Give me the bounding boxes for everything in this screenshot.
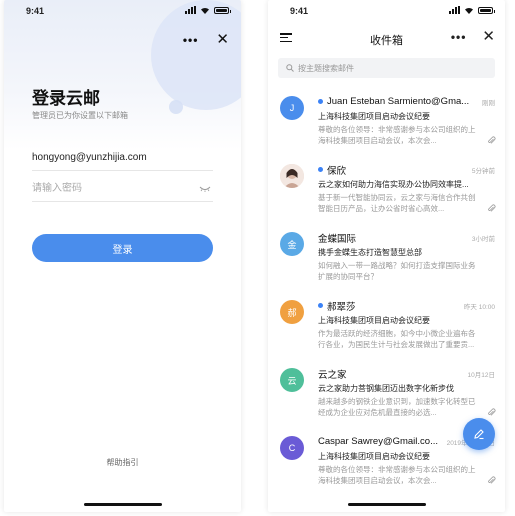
signal-icon	[185, 6, 196, 14]
compose-button[interactable]	[463, 418, 495, 450]
mail-time: 刚刚	[482, 99, 495, 107]
wifi-icon	[465, 7, 473, 14]
avatar-photo	[280, 164, 304, 188]
mail-subject: 上海科技集团项目启动会议纪要	[318, 452, 430, 461]
search-icon	[286, 64, 294, 72]
page-subtitle: 管理员已为你设置以下邮箱	[32, 111, 128, 120]
person-photo-icon	[280, 164, 304, 188]
mail-sender: 云之家	[318, 369, 347, 381]
mail-preview: 尊敬的各位领导：非常感谢参与本公司组织的上海科技集团项目启动会议，本次会...	[318, 125, 476, 145]
attachment-icon	[488, 136, 496, 144]
password-field-wrapper	[32, 176, 213, 202]
signal-icon	[449, 6, 460, 14]
unread-dot	[318, 99, 323, 104]
mail-time: 5分钟前	[471, 167, 495, 175]
status-bar: 9:41	[268, 0, 505, 22]
unread-dot	[318, 167, 323, 172]
inbox-screen: 9:41 收件箱 ••• ✕ J Juan Esteban Sarmiento@…	[268, 0, 505, 512]
mail-item[interactable]: J Juan Esteban Sarmiento@Gma... 刚刚 上海科技集…	[268, 86, 505, 154]
home-indicator[interactable]	[83, 503, 162, 506]
more-icon[interactable]: •••	[183, 33, 199, 47]
status-time: 9:41	[26, 6, 45, 16]
mail-sender: 郝翠莎	[327, 301, 356, 313]
mail-subject: 云之家助力菩钢集团迈出数字化新步伐	[318, 384, 454, 393]
mail-preview: 越来越多的钢铁企业意识到，加速数字化转型已经成为企业应对危机最直接的必选...	[318, 397, 476, 417]
home-indicator[interactable]	[347, 503, 426, 506]
avatar: 云	[280, 368, 304, 392]
status-time: 9:41	[290, 6, 309, 16]
mail-preview: 如何融入一带一路战略？如何打造支撑国际业务扩展的协同平台？	[318, 261, 476, 281]
attachment-icon	[488, 204, 496, 212]
close-icon[interactable]: ✕	[482, 29, 495, 44]
mail-subject: 上海科技集团项目启动会议纪要	[318, 316, 430, 325]
mail-preview: 作为最活跃的经济细胞，如今中小微企业遍布各行各业，为国民生计与社会发展做出了重要…	[318, 329, 476, 349]
avatar: 金	[280, 232, 304, 256]
email-field[interactable]	[32, 145, 213, 170]
attachment-icon	[488, 408, 496, 416]
login-button[interactable]: 登录	[32, 234, 213, 262]
mail-subject: 携手金蝶生态打造智慧型总部	[318, 248, 422, 257]
mail-preview: 尊敬的各位领导：非常感谢参与本公司组织的上海科技集团项目启动会议，本次会...	[318, 465, 476, 485]
search-input[interactable]	[298, 63, 487, 73]
wifi-icon	[201, 7, 209, 14]
email-field-wrapper	[32, 145, 213, 171]
inbox-header: 收件箱 ••• ✕	[268, 29, 505, 50]
unread-dot	[318, 303, 323, 308]
close-icon[interactable]: ✕	[216, 32, 229, 47]
mail-time: 10月12日	[467, 371, 495, 379]
mail-item[interactable]: 保欣 5分钟前 云之家如何助力海信实现办公协同效率提... 基于新一代智能协同云…	[268, 154, 505, 222]
avatar: C	[280, 436, 304, 460]
help-link[interactable]: 帮助指引	[4, 457, 241, 468]
login-screen: 9:41 ••• ✕ 登录云邮 管理员已为你设置以下邮箱 登录 帮助指引	[4, 0, 241, 512]
mail-subject: 云之家如何助力海信实现办公协同效率提...	[318, 180, 469, 189]
search-bar[interactable]	[278, 58, 495, 78]
status-bar: 9:41	[4, 0, 241, 22]
avatar: 郝	[280, 300, 304, 324]
mail-sender: Caspar Sawrey@Gmail.co...	[318, 436, 438, 447]
mail-time: 昨天 10:00	[463, 303, 495, 311]
mail-item[interactable]: 云 云之家 10月12日 云之家助力菩钢集团迈出数字化新步伐 越来越多的钢铁企业…	[268, 358, 505, 426]
header-decoration	[4, 0, 241, 150]
mail-sender: 保欣	[327, 165, 347, 177]
mail-time: 3小时前	[471, 235, 495, 243]
password-field[interactable]	[32, 176, 213, 201]
mail-item[interactable]: 郝 郝翠莎 昨天 10:00 上海科技集团项目启动会议纪要 作为最活跃的经济细胞…	[268, 290, 505, 358]
mail-sender: 金蝶国际	[318, 233, 357, 245]
battery-icon	[478, 6, 495, 14]
avatar: J	[280, 96, 304, 120]
mail-subject: 上海科技集团项目启动会议纪要	[318, 112, 430, 121]
pencil-icon	[474, 429, 484, 440]
battery-icon	[214, 6, 231, 14]
mail-sender: Juan Esteban Sarmiento@Gma...	[327, 96, 470, 107]
page-title: 登录云邮	[32, 89, 100, 108]
more-icon[interactable]: •••	[451, 30, 467, 44]
decorative-dot	[169, 100, 183, 114]
mail-item[interactable]: 金 金蝶国际 3小时前 携手金蝶生态打造智慧型总部 如何融入一带一路战略？如何打…	[268, 222, 505, 290]
eye-closed-icon[interactable]	[199, 186, 211, 192]
attachment-icon	[488, 476, 496, 484]
mail-preview: 基于新一代智能协同云，云之家与海信合作共创智能日历产品，让办公省时省心高效...	[318, 193, 476, 213]
